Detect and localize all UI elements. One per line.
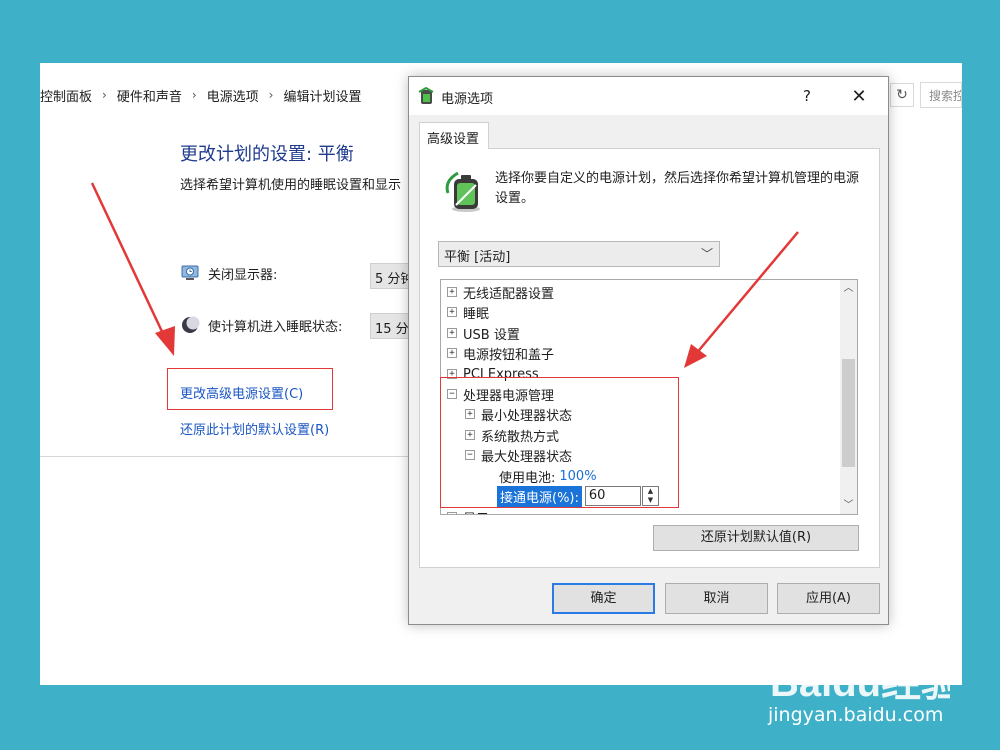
watermark-url: jingyan.baidu.com	[768, 704, 944, 726]
apply-button[interactable]: 应用(A)	[777, 583, 880, 614]
expand-icon[interactable]: +	[447, 348, 457, 358]
cancel-button[interactable]: 取消	[665, 583, 768, 614]
tree-item[interactable]: + 无线适配器设置	[447, 282, 554, 302]
tree-item-label: 睡眠	[463, 306, 490, 322]
restore-plan-defaults-link[interactable]: 还原此计划的默认设置(R)	[180, 419, 329, 438]
breadcrumb: 控制面板 › 硬件和声音 › 电源选项 › 编辑计划设置	[40, 85, 362, 105]
sleep-timeout-select[interactable]: 15 分	[370, 313, 410, 339]
tree-item-label: USB 设置	[463, 327, 520, 343]
power-options-dialog: 电源选项 ? ✕ 高级设置 选择你要自定义的电源计划，然后选择你希望计算机管理的…	[408, 76, 889, 625]
battery-plan-icon	[445, 171, 480, 212]
power-plan-select[interactable]: 平衡 [活动] ﹀	[438, 241, 720, 267]
expand-icon[interactable]: +	[447, 307, 457, 317]
tab-advanced-settings[interactable]: 高级设置	[419, 122, 489, 149]
tree-item[interactable]: + 显示	[447, 507, 489, 515]
tree-item-label: 显示	[463, 508, 489, 515]
tree-item-label: 无线适配器设置	[463, 286, 555, 302]
advanced-power-settings-link[interactable]: 更改高级电源设置(C)	[180, 383, 303, 402]
search-input[interactable]: 搜索控	[920, 82, 962, 108]
setting-label: 使计算机进入睡眠状态:	[208, 319, 343, 335]
close-button[interactable]: ✕	[841, 77, 877, 115]
plan-select-value: 平衡 [活动]	[444, 250, 511, 265]
plan-description: 选择希望计算机使用的睡眠设置和显示	[180, 178, 402, 193]
expand-icon[interactable]: +	[447, 328, 457, 338]
tree-item-label: 电源按钮和盖子	[463, 347, 555, 363]
display-timeout-select[interactable]: 5 分钟	[370, 263, 410, 289]
intro-text: 选择你要自定义的电源计划，然后选择你希望计算机管理的电源设置。	[495, 171, 860, 206]
tree-item[interactable]: + 电源按钮和盖子	[447, 343, 554, 363]
tree-item[interactable]: + USB 设置	[447, 323, 520, 343]
scroll-up-icon[interactable]: ︿	[840, 280, 857, 297]
tree-scrollbar[interactable]: ︿ ﹀	[840, 280, 857, 514]
chevron-right-icon: ›	[191, 88, 197, 102]
breadcrumb-edit-plan[interactable]: 编辑计划设置	[283, 86, 361, 105]
dialog-titlebar[interactable]: 电源选项 ? ✕	[409, 77, 888, 115]
scroll-down-icon[interactable]: ﹀	[840, 497, 857, 514]
chevron-right-icon: ›	[268, 88, 274, 102]
restore-plan-defaults-button[interactable]: 还原计划默认值(R)	[653, 525, 859, 551]
scroll-thumb[interactable]	[842, 359, 855, 467]
sleep-moon-icon	[182, 316, 200, 333]
dialog-title: 电源选项	[441, 92, 494, 107]
chevron-right-icon: ›	[102, 88, 107, 102]
display-clock-icon	[181, 265, 199, 280]
chevron-down-icon: ﹀	[700, 247, 713, 261]
page-title: 更改计划的设置: 平衡	[180, 144, 354, 165]
breadcrumb-power-options[interactable]: 电源选项	[207, 86, 259, 105]
expand-icon[interactable]: +	[447, 512, 457, 514]
ok-button[interactable]: 确定	[552, 583, 655, 614]
baidu-logo-text: Baidu经验	[770, 661, 950, 705]
refresh-icon: ↻	[896, 87, 908, 103]
setting-label: 关闭显示器:	[208, 267, 278, 283]
help-button[interactable]: ?	[789, 77, 825, 115]
highlight-box	[440, 377, 679, 508]
setting-row-display: 关闭显示器:	[180, 263, 277, 283]
breadcrumb-control-panel[interactable]: 控制面板	[40, 86, 92, 105]
setting-row-sleep: 使计算机进入睡眠状态:	[180, 315, 342, 335]
refresh-button[interactable]: ↻	[890, 83, 914, 107]
tree-item[interactable]: + 睡眠	[447, 302, 489, 322]
divider	[40, 456, 410, 457]
power-options-icon	[418, 86, 434, 104]
expand-icon[interactable]: +	[447, 287, 457, 297]
breadcrumb-hardware-sound[interactable]: 硬件和声音	[117, 86, 182, 105]
